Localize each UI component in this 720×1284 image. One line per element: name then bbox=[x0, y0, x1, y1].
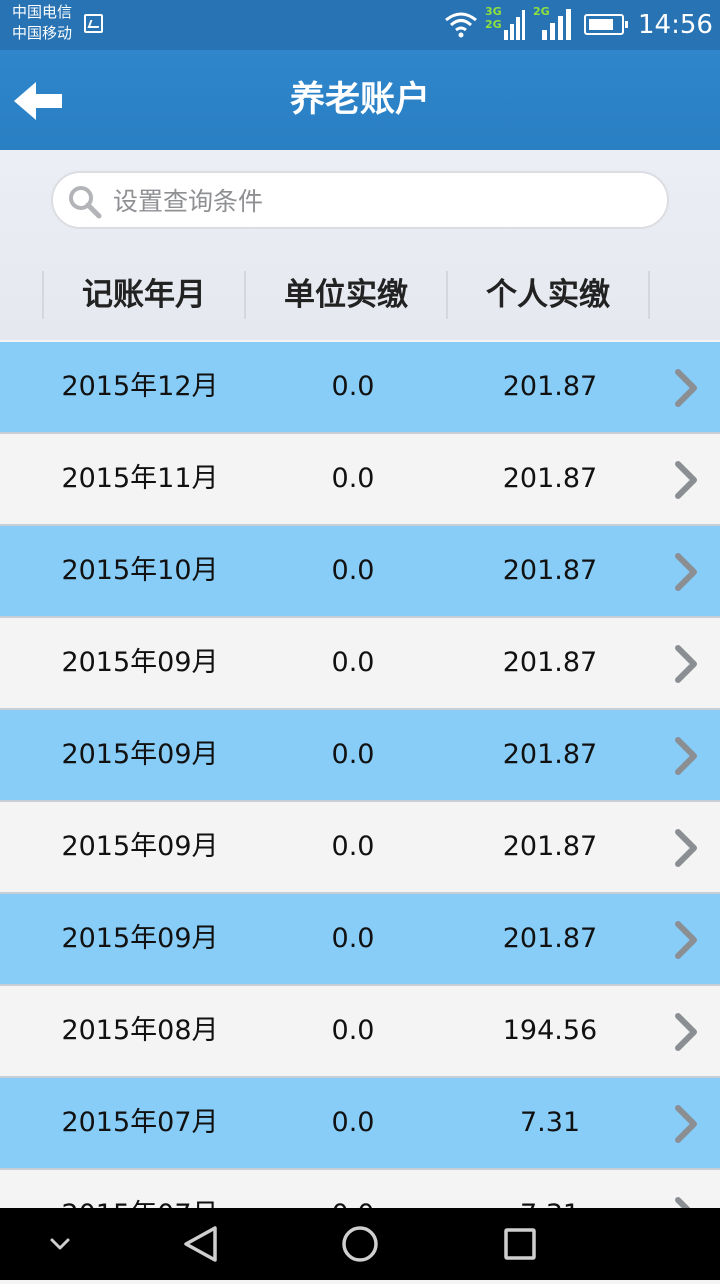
table-row[interactable]: 2015年12月 0.0 201.87 bbox=[0, 342, 720, 434]
search-icon bbox=[69, 186, 102, 219]
cell-personal-paid: 201.87 bbox=[502, 647, 598, 678]
cell-month: 2015年09月 bbox=[61, 923, 219, 954]
table-row[interactable]: 2015年09月 0.0 201.87 bbox=[0, 894, 720, 986]
chevron-right-icon bbox=[675, 553, 697, 591]
carrier-2: 中国移动 bbox=[12, 24, 73, 42]
carrier-1: 中国电信 bbox=[12, 3, 73, 21]
home-circle-icon bbox=[342, 1226, 378, 1262]
column-header-personal-paid: 个人实缴 bbox=[486, 277, 610, 313]
cell-unit-paid: 0.0 bbox=[331, 739, 375, 770]
cell-unit-paid: 0.0 bbox=[331, 1107, 375, 1138]
cell-month: 2015年08月 bbox=[61, 1015, 219, 1046]
network-type-3g: 3G 2G bbox=[485, 5, 502, 31]
screenshot-icon bbox=[84, 14, 103, 33]
cell-unit-paid: 0.0 bbox=[331, 463, 375, 494]
cell-month: 2015年07月 bbox=[61, 1107, 219, 1138]
chevron-right-icon bbox=[675, 645, 697, 683]
table-row[interactable]: 2015年09月 0.0 201.87 bbox=[0, 802, 720, 894]
page-title: 养老账户 bbox=[289, 80, 430, 120]
hide-nav-button[interactable] bbox=[20, 1208, 100, 1280]
table-row[interactable]: 2015年09月 0.0 201.87 bbox=[0, 618, 720, 710]
cell-month: 2015年09月 bbox=[61, 647, 219, 678]
back-triangle-icon bbox=[184, 1226, 217, 1262]
cell-month: 2015年09月 bbox=[61, 831, 219, 862]
chevron-right-icon bbox=[675, 829, 697, 867]
cell-month: 2015年09月 bbox=[61, 739, 219, 770]
table-row[interactable]: 2015年11月 0.0 201.87 bbox=[0, 434, 720, 526]
chevron-right-icon bbox=[675, 1197, 691, 1208]
cell-personal-paid: 201.87 bbox=[502, 555, 598, 586]
chevron-right-icon bbox=[675, 1105, 697, 1143]
table-row[interactable]: 2015年07月 0.0 7.31 bbox=[0, 1078, 720, 1170]
cell-personal-paid: 201.87 bbox=[502, 739, 598, 770]
status-bar: 中国电信 中国移动 3G 2G 2G 14:56 bbox=[0, 0, 720, 50]
filter-header: 记账年月 单位实缴 个人实缴 bbox=[0, 150, 720, 340]
cell-unit-paid: 0.0 bbox=[331, 1015, 375, 1046]
table-row[interactable]: 2015年10月 0.0 201.87 bbox=[0, 526, 720, 618]
column-divider bbox=[648, 271, 650, 319]
recents-square-icon bbox=[504, 1228, 536, 1260]
cell-unit-paid: 0.0 bbox=[331, 923, 375, 954]
chevron-right-icon bbox=[675, 369, 697, 407]
column-header-month: 记账年月 bbox=[82, 277, 206, 313]
table-row[interactable]: 2015年07月 0.0 7.31 bbox=[0, 1170, 720, 1208]
table-row[interactable]: 2015年09月 0.0 201.87 bbox=[0, 710, 720, 802]
signal-bars-2-icon bbox=[542, 9, 571, 40]
title-bar: 养老账户 bbox=[0, 50, 720, 150]
cell-unit-paid: 0.0 bbox=[253, 1170, 453, 1208]
record-list[interactable]: 2015年12月 0.0 201.87 2015年11月 0.0 201.87 … bbox=[0, 342, 720, 1208]
cell-unit-paid: 0.0 bbox=[331, 555, 375, 586]
cell-unit-paid: 0.0 bbox=[331, 647, 375, 678]
column-header-unit-paid: 单位实缴 bbox=[284, 277, 408, 313]
carrier-labels: 中国电信 中国移动 bbox=[12, 2, 72, 44]
cell-personal-paid: 201.87 bbox=[502, 371, 598, 402]
table-row[interactable]: 2015年08月 0.0 194.56 bbox=[0, 986, 720, 1078]
chevron-right-icon bbox=[675, 461, 697, 499]
clock: 14:56 bbox=[638, 10, 713, 40]
cell-personal-paid: 201.87 bbox=[502, 831, 598, 862]
chevron-down-icon bbox=[50, 1238, 70, 1250]
signal-bars-icon bbox=[504, 10, 525, 40]
nav-back-button[interactable] bbox=[160, 1208, 240, 1280]
cell-month: 2015年10月 bbox=[61, 555, 219, 586]
wifi-icon bbox=[445, 12, 477, 38]
nav-recents-button[interactable] bbox=[480, 1208, 560, 1280]
search-bar[interactable] bbox=[51, 171, 669, 229]
battery-icon bbox=[584, 14, 628, 35]
chevron-right-icon bbox=[675, 921, 697, 959]
cell-month: 2015年07月 bbox=[40, 1170, 240, 1208]
cell-personal-paid: 7.31 bbox=[519, 1107, 581, 1138]
nav-home-button[interactable] bbox=[320, 1208, 400, 1280]
chevron-right-icon bbox=[675, 737, 697, 775]
search-input[interactable] bbox=[111, 181, 645, 221]
cell-month: 2015年11月 bbox=[61, 463, 219, 494]
cell-personal-paid: 194.56 bbox=[502, 1015, 598, 1046]
cell-unit-paid: 0.0 bbox=[331, 371, 375, 402]
cell-unit-paid: 0.0 bbox=[331, 831, 375, 862]
navigation-bar bbox=[0, 1208, 720, 1280]
cell-personal-paid: 7.31 bbox=[450, 1170, 650, 1208]
cell-personal-paid: 201.87 bbox=[502, 463, 598, 494]
cell-month: 2015年12月 bbox=[61, 371, 219, 402]
chevron-right-icon bbox=[675, 1013, 697, 1051]
cell-personal-paid: 201.87 bbox=[502, 923, 598, 954]
